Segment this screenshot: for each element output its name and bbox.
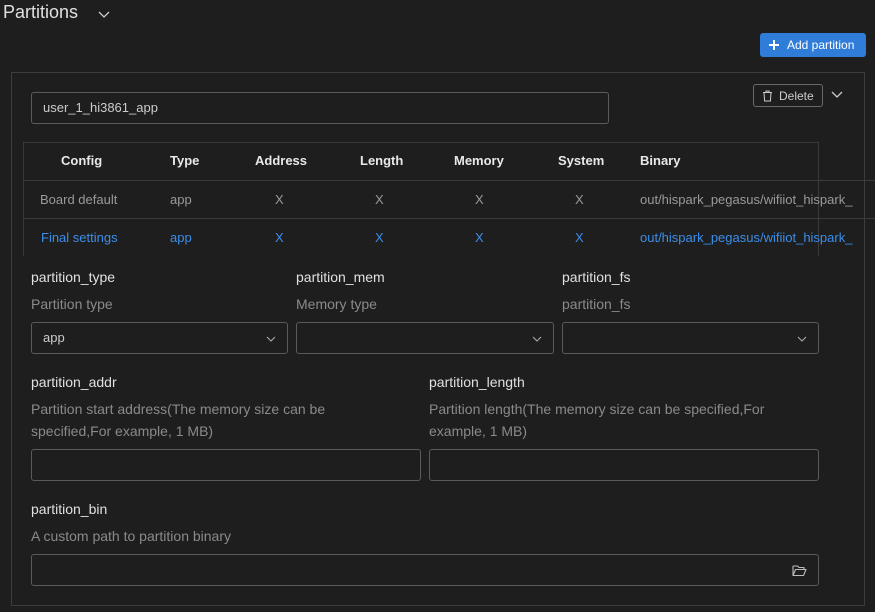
column-header: Binary bbox=[640, 153, 681, 168]
chevron-down-icon bbox=[266, 336, 276, 342]
table-cell: X bbox=[575, 192, 584, 207]
column-header: Length bbox=[360, 153, 404, 168]
trash-icon bbox=[763, 90, 772, 101]
partitions-page: Partitions Add partition user_1_hi3861_a… bbox=[0, 0, 875, 612]
column-header: Type bbox=[170, 153, 200, 168]
table-cell: X bbox=[375, 230, 384, 245]
table-cell: Final settings bbox=[41, 230, 118, 245]
column-header: System bbox=[558, 153, 605, 168]
column-header: Memory bbox=[454, 153, 504, 168]
table-cell: X bbox=[275, 192, 284, 207]
table-cell: X bbox=[275, 230, 284, 245]
partition-fs-select[interactable] bbox=[562, 322, 819, 354]
table-cell: X bbox=[475, 192, 484, 207]
table-cell: X bbox=[575, 230, 584, 245]
plus-icon bbox=[769, 40, 779, 50]
table-cell: X bbox=[475, 230, 484, 245]
table-cell: out/hispark_pegasus/wifiiot_hispark_ bbox=[640, 192, 853, 207]
add-partition-button[interactable]: Add partition bbox=[760, 33, 866, 57]
config-table: Config Type Address Length Memory System… bbox=[23, 142, 875, 257]
partition-fs-description: partition_fs bbox=[562, 296, 631, 312]
chevron-down-icon[interactable] bbox=[96, 6, 112, 22]
partition-type-description: Partition type bbox=[31, 296, 113, 312]
partition-type-value: app bbox=[43, 330, 65, 345]
partition-type-label: partition_type bbox=[31, 269, 116, 285]
partition-bin-description: A custom path to partition binary bbox=[31, 528, 231, 544]
partition-length-description: Partition length(The memory size can be … bbox=[429, 401, 765, 439]
partition-length-input[interactable] bbox=[429, 449, 819, 481]
delete-label: Delete bbox=[779, 88, 814, 103]
partition-bin-input[interactable] bbox=[31, 554, 819, 586]
chevron-down-icon bbox=[532, 336, 542, 342]
partition-bin-label: partition_bin bbox=[31, 501, 108, 517]
chevron-down-icon[interactable] bbox=[829, 87, 845, 103]
partition-fs-label: partition_fs bbox=[562, 269, 631, 285]
table-row: Board default app X X X X out/hispark_pe… bbox=[23, 180, 875, 219]
page-title: Partitions bbox=[3, 2, 79, 22]
table-header-row: Config Type Address Length Memory System… bbox=[23, 142, 875, 180]
chevron-down-icon bbox=[797, 336, 807, 342]
table-cell: app bbox=[170, 192, 192, 207]
delete-button[interactable]: Delete bbox=[753, 84, 823, 107]
folder-open-icon[interactable] bbox=[792, 564, 807, 577]
column-header: Address bbox=[255, 153, 308, 168]
table-cell: X bbox=[375, 192, 384, 207]
partition-addr-label: partition_addr bbox=[31, 374, 117, 390]
partition-name-input[interactable]: user_1_hi3861_app bbox=[31, 92, 609, 124]
partition-addr-description: Partition start address(The memory size … bbox=[31, 401, 326, 439]
table-row: Final settings app X X X X out/hispark_p… bbox=[23, 218, 875, 257]
column-header: Config bbox=[61, 153, 103, 168]
partition-mem-label: partition_mem bbox=[296, 269, 385, 285]
table-cell: app bbox=[170, 230, 192, 245]
table-cell: Board default bbox=[40, 192, 118, 207]
partition-mem-select[interactable] bbox=[296, 322, 554, 354]
add-partition-label: Add partition bbox=[787, 38, 855, 52]
partition-addr-input[interactable] bbox=[31, 449, 421, 481]
partition-mem-description: Memory type bbox=[296, 296, 377, 312]
partition-type-select[interactable]: app bbox=[31, 322, 288, 354]
table-cell: out/hispark_pegasus/wifiiot_hispark_ bbox=[640, 230, 853, 245]
partition-length-label: partition_length bbox=[429, 374, 525, 390]
